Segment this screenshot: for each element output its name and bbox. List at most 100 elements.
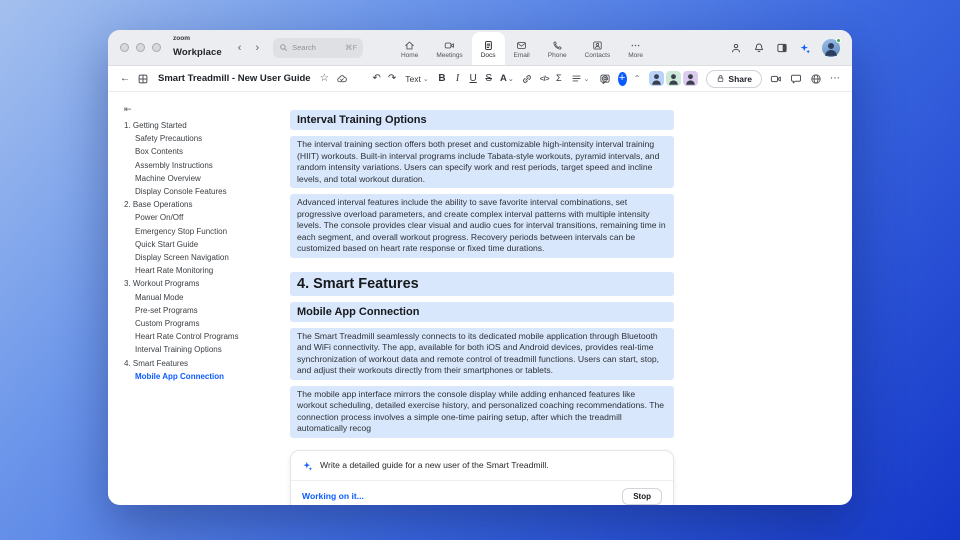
toc-item[interactable]: Heart Rate Control Programs <box>124 330 280 343</box>
doc-block-p[interactable]: The mobile app interface mirrors the con… <box>290 385 674 438</box>
chevron-down-icon: ⌄ <box>422 75 429 83</box>
document-body[interactable]: Interval Training Options The interval tr… <box>290 92 674 505</box>
toc-item[interactable]: Safety Precautions <box>124 132 280 145</box>
user-avatar[interactable] <box>822 37 841 57</box>
tab-docs[interactable]: Docs <box>471 32 505 65</box>
collaborator-avatars <box>647 71 699 86</box>
close-window-button[interactable] <box>120 43 129 52</box>
toc-item[interactable]: Heart Rate Monitoring <box>124 264 280 277</box>
tab-email[interactable]: Email <box>505 32 539 65</box>
toc-item[interactable]: Display Console Features <box>124 185 280 198</box>
redo-button[interactable]: ↷ <box>388 73 396 84</box>
app-header: zoom Workplace ‹ › Search ⌘F Home Meeting… <box>108 30 852 66</box>
doc-toolbar: ← Smart Treadmill - New User Guide ☆ ↶ ↷… <box>108 66 852 92</box>
toc-collapse-icon[interactable]: ⇤ <box>124 104 280 115</box>
alignment-dropdown[interactable]: ⌄ <box>571 73 590 84</box>
collaborator-avatar[interactable] <box>666 71 682 86</box>
doc-block-h3[interactable]: Interval Training Options <box>290 110 674 130</box>
toc-item[interactable]: Quick Start Guide <box>124 238 280 251</box>
toc-item[interactable]: 1. Getting Started <box>124 119 280 132</box>
doc-back-button[interactable]: ← <box>120 73 130 84</box>
logo-workplace-text: Workplace <box>173 47 222 59</box>
toc-item[interactable]: Pre-set Programs <box>124 304 280 317</box>
video-call-icon[interactable] <box>770 73 782 85</box>
contacts-icon <box>592 40 603 51</box>
docs-home-icon[interactable] <box>137 73 149 85</box>
video-icon <box>444 40 455 51</box>
tab-label: Home <box>400 51 419 59</box>
toc-item[interactable]: 4. Smart Features <box>124 357 280 370</box>
globe-icon[interactable] <box>810 73 822 85</box>
share-button[interactable]: Share <box>706 69 763 88</box>
strikethrough-button[interactable]: S <box>484 73 493 84</box>
ai-companion-icon[interactable] <box>799 42 811 54</box>
text-style-dropdown[interactable]: Text ⌄ <box>405 74 428 84</box>
star-favorite-icon[interactable]: ☆ <box>320 73 329 84</box>
toc-item[interactable]: Assembly Instructions <box>124 159 280 172</box>
doc-toolbar-right: Share ⋯ <box>647 69 840 88</box>
profile-icon[interactable] <box>730 42 742 54</box>
equation-button[interactable]: Σ <box>556 74 562 83</box>
chat-icon[interactable] <box>790 73 802 85</box>
toc-item[interactable]: Interval Training Options <box>124 343 280 356</box>
tab-meetings[interactable]: Meetings <box>427 32 471 65</box>
doc-content-area: ⇤ 1. Getting Started Safety Precautions Bo… <box>108 92 852 505</box>
stop-button[interactable]: Stop <box>622 487 662 505</box>
code-button[interactable]: </> <box>540 74 550 83</box>
zoom-workplace-logo: zoom Workplace <box>173 35 222 60</box>
doc-block-p[interactable]: The interval training section offers bot… <box>290 136 674 188</box>
tab-contacts[interactable]: Contacts <box>576 32 620 65</box>
collapse-toolbar-icon[interactable]: ⌃ <box>634 74 641 83</box>
tab-label: Meetings <box>436 51 463 59</box>
doc-block-h3[interactable]: Mobile App Connection <box>290 301 674 322</box>
ai-prompt-row: Write a detailed guide for a new user of… <box>291 451 673 480</box>
tab-label: More <box>628 51 644 59</box>
maximize-window-button[interactable] <box>152 43 161 52</box>
doc-block-p[interactable]: Advanced interval features include the a… <box>290 194 674 258</box>
minimize-window-button[interactable] <box>136 43 145 52</box>
ai-sparkle-icon <box>302 460 313 471</box>
doc-block-p[interactable]: The Smart Treadmill seamlessly connects … <box>290 327 674 380</box>
chevron-down-icon: ⌄ <box>583 75 590 83</box>
toc-item[interactable]: Box Contents <box>124 145 280 158</box>
search-placeholder: Search <box>292 43 316 52</box>
collaborator-avatar[interactable] <box>683 71 699 86</box>
toc-item[interactable]: 3. Workout Programs <box>124 277 280 290</box>
text-color-button[interactable]: A ⌄ <box>500 73 514 84</box>
bold-button[interactable]: B <box>438 73 447 84</box>
toc-item[interactable]: Custom Programs <box>124 317 280 330</box>
tab-phone[interactable]: Phone <box>539 32 576 65</box>
cloud-saved-icon <box>336 73 348 85</box>
tab-more[interactable]: More <box>619 32 652 65</box>
text-style-label: Text <box>405 73 421 84</box>
status-dot <box>836 37 841 43</box>
toc-item[interactable]: Machine Overview <box>124 172 280 185</box>
doc-block-h2[interactable]: 4. Smart Features <box>290 271 674 296</box>
toc-item[interactable]: Power On/Off <box>124 211 280 224</box>
window-controls <box>120 43 161 52</box>
chevron-down-icon: ⌄ <box>507 75 514 83</box>
insert-plus-button[interactable]: + <box>617 71 627 86</box>
doc-icon <box>483 40 494 51</box>
more-options-icon[interactable]: ⋯ <box>830 73 840 84</box>
back-arrow-icon[interactable]: ‹ <box>238 42 242 54</box>
toc-item[interactable]: Manual Mode <box>124 291 280 304</box>
undo-button[interactable]: ↶ <box>373 73 381 84</box>
toc-item[interactable]: Mobile App Connection <box>124 370 280 383</box>
toc-item[interactable]: 2. Base Operations <box>124 198 280 211</box>
tab-label: Email <box>513 51 530 59</box>
italic-button[interactable]: I <box>453 73 462 84</box>
forward-arrow-icon[interactable]: › <box>255 42 259 54</box>
side-panel-toggle-icon[interactable] <box>776 42 788 54</box>
table-of-contents: ⇤ 1. Getting Started Safety Precautions Bo… <box>108 92 280 504</box>
search-input[interactable]: Search ⌘F <box>273 37 364 58</box>
link-icon[interactable] <box>521 73 533 85</box>
comment-mention-icon[interactable] <box>599 73 611 85</box>
tab-home[interactable]: Home <box>392 32 427 65</box>
toc-item[interactable]: Display Screen Navigation <box>124 251 280 264</box>
collaborator-avatar[interactable] <box>649 71 665 86</box>
toc-item[interactable]: Emergency Stop Function <box>124 225 280 238</box>
underline-button[interactable]: U <box>469 73 478 84</box>
doc-title: Smart Treadmill - New User Guide <box>158 73 311 84</box>
notifications-bell-icon[interactable] <box>753 42 765 54</box>
